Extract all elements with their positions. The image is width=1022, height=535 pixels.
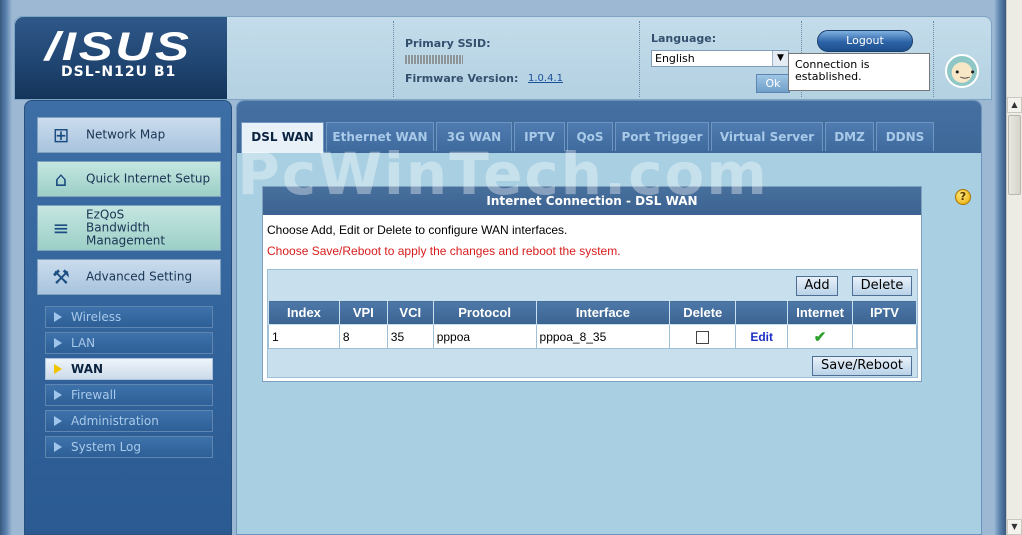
wan-table-container: Add Delete Index VPI VCI Protocol Interf…	[267, 269, 918, 378]
sidebar-item-wireless[interactable]: Wireless	[45, 306, 213, 328]
sidebar-item-wan[interactable]: WAN	[45, 358, 213, 380]
sidebar-item-label: LAN	[71, 336, 96, 350]
edit-link[interactable]: Edit	[750, 330, 773, 344]
scroll-thumb[interactable]	[1008, 115, 1021, 195]
router-admin-frame: /ISUS DSL-N12U B1 Primary SSID: Firmware…	[0, 0, 1006, 535]
header-divider	[393, 21, 394, 97]
firmware-label: Firmware Version:	[405, 72, 519, 85]
column-header: Index	[268, 300, 340, 325]
table-header-row: Index VPI VCI Protocol Interface Delete …	[268, 300, 917, 325]
column-header: VPI	[338, 300, 388, 325]
header-divider	[933, 21, 934, 97]
column-header: Internet	[787, 300, 854, 325]
internet-connection-panel: Internet Connection - DSL WAN Choose Add…	[262, 186, 922, 382]
language-label: Language:	[651, 32, 717, 45]
router-icon: ⌂	[54, 167, 68, 191]
column-header: Protocol	[432, 300, 537, 325]
arrow-right-icon	[54, 338, 62, 348]
network-map-icon: ⊞	[52, 123, 70, 147]
sidebar-item-label: Quick Internet Setup	[86, 171, 211, 186]
cell-edit: Edit	[735, 324, 789, 349]
wan-interfaces-table: Index VPI VCI Protocol Interface Delete …	[268, 300, 917, 349]
model-name: DSL-N12U B1	[61, 64, 177, 80]
column-header: IPTV	[852, 300, 917, 325]
sidebar-item-ezqos[interactable]: ≡ EzQoS Bandwidth Management	[37, 205, 221, 251]
check-icon: ✔	[813, 328, 827, 346]
tab-port-trigger[interactable]: Port Trigger	[615, 122, 709, 151]
panel-title: Internet Connection - DSL WAN	[263, 187, 921, 215]
tab-ethernet-wan[interactable]: Ethernet WAN	[326, 122, 434, 151]
sidebar-item-system-log[interactable]: System Log	[45, 436, 213, 458]
cell-vci: 35	[386, 324, 434, 349]
reboot-warning-text: Choose Save/Reboot to apply the changes …	[267, 244, 621, 258]
sidebar-item-label: Network Map	[86, 127, 166, 142]
tab-dmz[interactable]: DMZ	[825, 122, 874, 151]
sidebar-item-lan[interactable]: LAN	[45, 332, 213, 354]
cell-iptv	[852, 324, 917, 349]
sidebar-item-label: EzQoS Bandwidth Management	[86, 207, 166, 248]
language-value: English	[655, 52, 695, 65]
sidebar-item-network-map[interactable]: ⊞ Network Map	[37, 117, 221, 153]
primary-ssid-label: Primary SSID:	[405, 37, 491, 50]
sidebar: ⊞ Network Map ⌂ Quick Internet Setup ≡ E…	[24, 100, 232, 535]
table-row: 1 8 35 pppoa pppoa_8_35 Edit ✔	[268, 324, 917, 349]
firmware-version-link[interactable]: 1.0.4.1	[528, 73, 563, 84]
delete-button[interactable]: Delete	[852, 276, 912, 296]
header: /ISUS DSL-N12U B1 Primary SSID: Firmware…	[14, 16, 992, 100]
cell-index: 1	[268, 324, 340, 349]
tab-bar: DSL WAN Ethernet WAN 3G WAN IPTV QoS Por…	[237, 101, 981, 153]
tab-3g-wan[interactable]: 3G WAN	[436, 122, 512, 151]
column-header: VCI	[386, 300, 434, 325]
scroll-up-arrow-icon[interactable]: ▲	[1007, 97, 1022, 113]
tab-ddns[interactable]: DDNS	[876, 122, 934, 151]
arrow-right-icon	[54, 390, 62, 400]
tab-dsl-wan[interactable]: DSL WAN	[241, 122, 324, 153]
save-reboot-button[interactable]: Save/Reboot	[812, 356, 912, 376]
column-header: Interface	[535, 300, 671, 325]
logout-button[interactable]: Logout	[817, 30, 913, 52]
arrow-right-icon	[54, 312, 62, 322]
tab-qos[interactable]: QoS	[567, 122, 613, 151]
header-divider	[639, 21, 640, 97]
help-icon[interactable]: ?	[955, 189, 971, 205]
chevron-down-icon[interactable]: ▼	[772, 51, 788, 66]
mascot-icon: •‿•	[945, 54, 979, 88]
sidebar-item-administration[interactable]: Administration	[45, 410, 213, 432]
sidebar-item-advanced-setting[interactable]: ⚒ Advanced Setting	[37, 259, 221, 295]
sidebar-item-firewall[interactable]: Firewall	[45, 384, 213, 406]
sidebar-item-label: Wireless	[71, 310, 122, 324]
connection-status-bubble: Connection is established.	[788, 53, 930, 91]
sidebar-item-label: System Log	[71, 440, 141, 454]
wrench-icon: ⚒	[52, 265, 70, 289]
sidebar-item-label: Firewall	[71, 388, 117, 402]
primary-ssid-value-obscured	[405, 55, 463, 64]
sidebar-item-label: Advanced Setting	[86, 269, 193, 284]
cell-protocol: pppoa	[432, 324, 537, 349]
qos-icon: ≡	[52, 216, 70, 240]
main-panel: DSL WAN Ethernet WAN 3G WAN IPTV QoS Por…	[236, 100, 982, 535]
column-header	[735, 300, 789, 325]
add-button[interactable]: Add	[796, 276, 838, 296]
tab-iptv[interactable]: IPTV	[514, 122, 565, 151]
delete-checkbox[interactable]	[696, 330, 710, 344]
arrow-right-icon	[54, 442, 62, 452]
column-header: Delete	[669, 300, 737, 325]
sidebar-item-label: WAN	[71, 362, 104, 376]
cell-interface: pppoa_8_35	[535, 324, 671, 349]
instructions-text: Choose Add, Edit or Delete to configure …	[267, 223, 568, 237]
vertical-scrollbar[interactable]: ▲ ▼	[1006, 0, 1022, 535]
language-select[interactable]: English ▼	[651, 50, 789, 67]
cell-delete	[669, 324, 737, 349]
logo-panel: /ISUS DSL-N12U B1	[15, 17, 227, 99]
cell-vpi: 8	[338, 324, 388, 349]
language-ok-button[interactable]: Ok	[756, 74, 790, 93]
arrow-right-icon	[54, 364, 62, 374]
cell-internet: ✔	[787, 324, 854, 349]
arrow-right-icon	[54, 416, 62, 426]
scroll-down-arrow-icon[interactable]: ▼	[1007, 519, 1022, 535]
sidebar-item-label: Administration	[71, 414, 159, 428]
tab-virtual-server[interactable]: Virtual Server	[711, 122, 823, 151]
sidebar-item-quick-internet-setup[interactable]: ⌂ Quick Internet Setup	[37, 161, 221, 197]
